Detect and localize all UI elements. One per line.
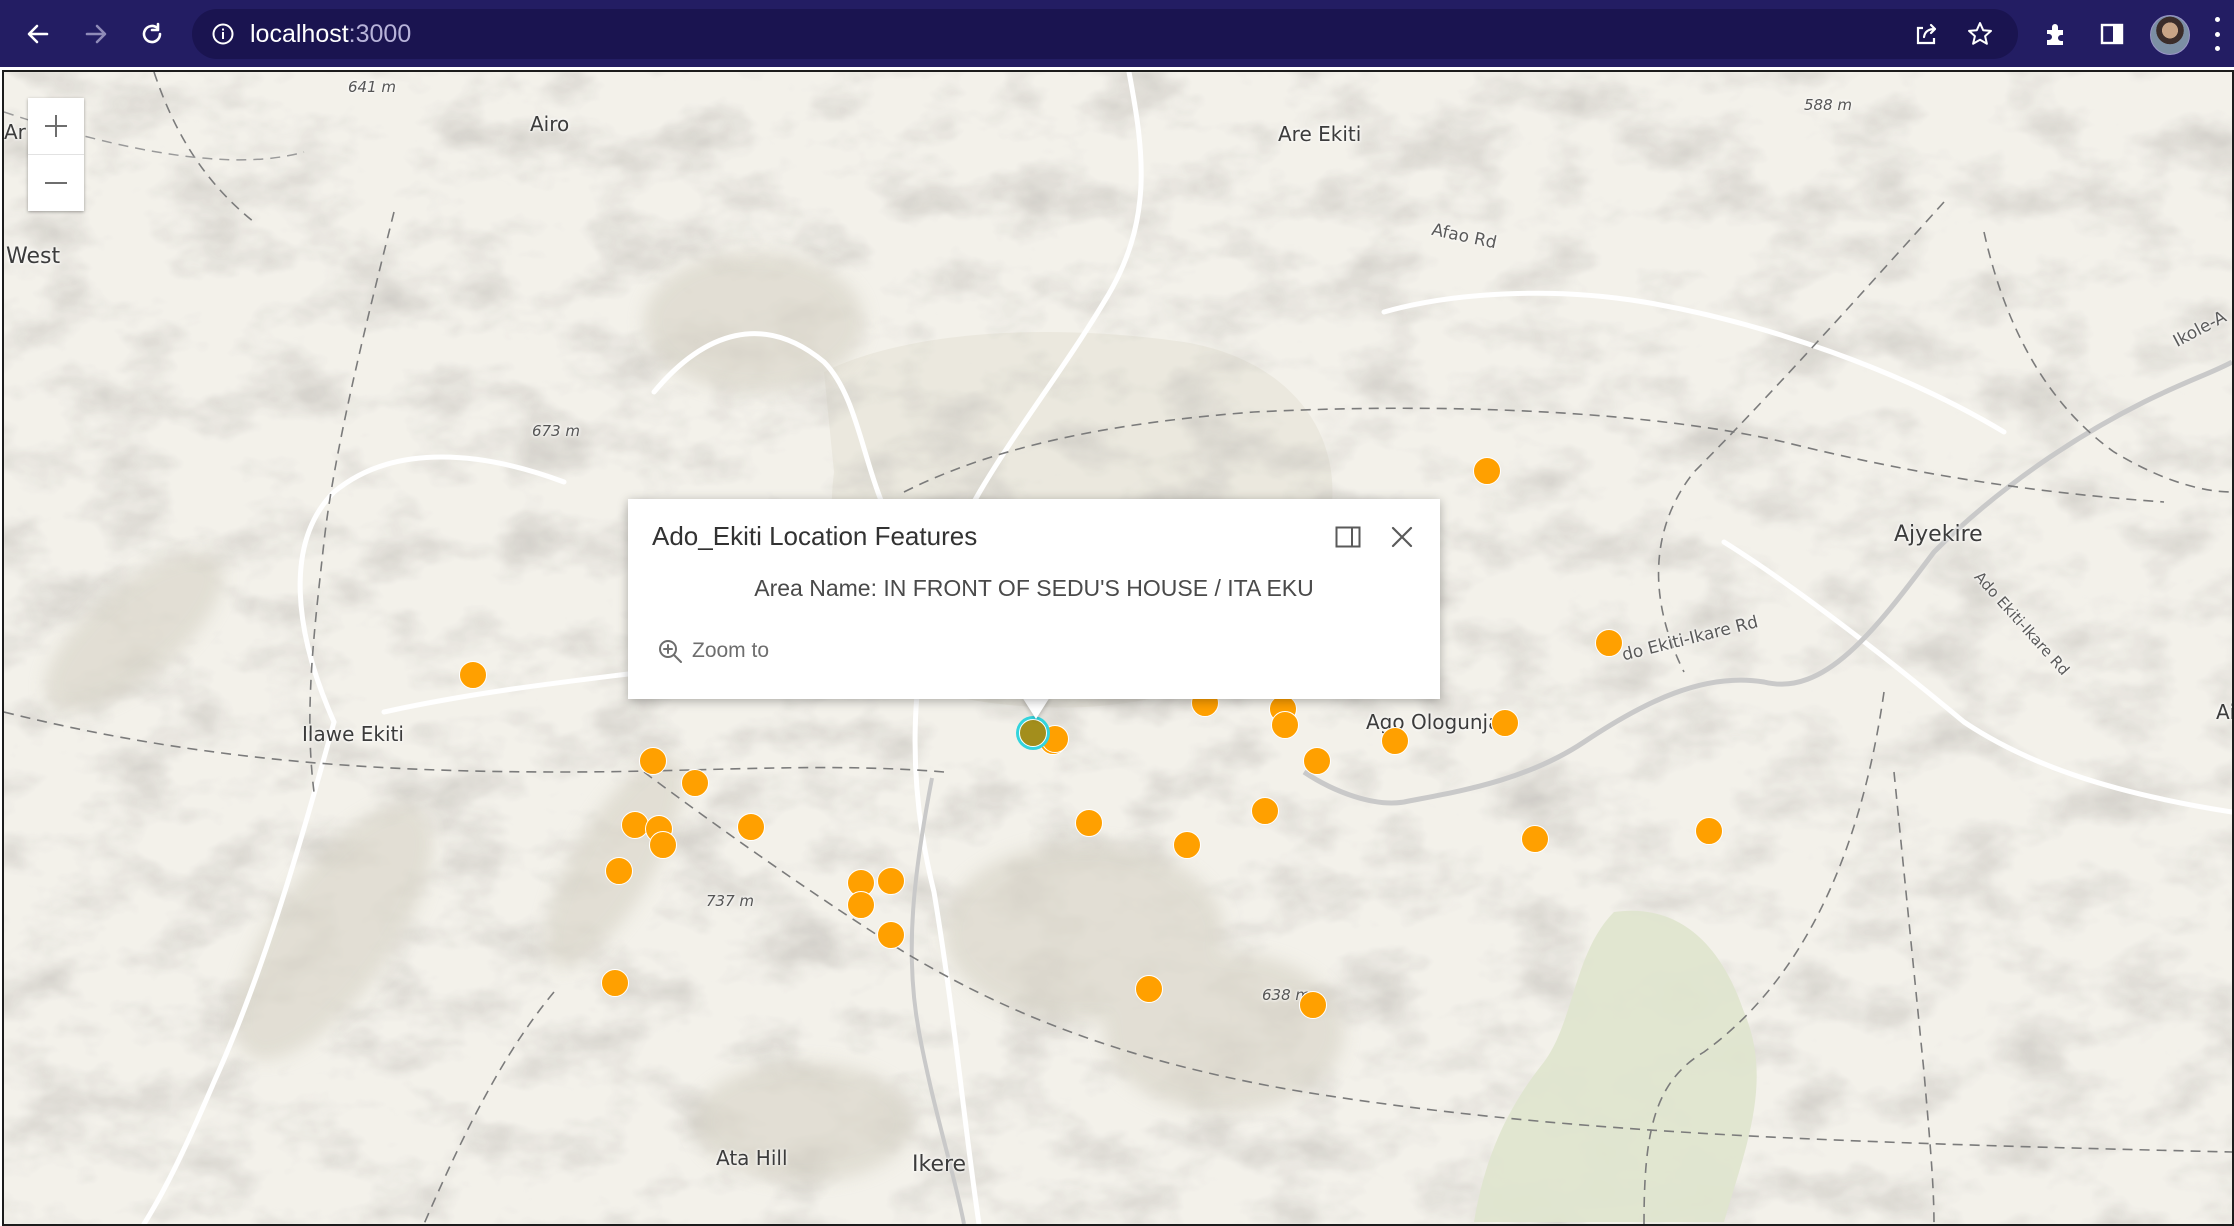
popup-pointer [1022,697,1050,719]
feature-marker[interactable] [1695,817,1723,845]
feature-marker[interactable] [1595,629,1623,657]
browser-toolbar: localhost:3000 [0,0,2234,67]
feature-marker[interactable] [877,867,905,895]
dock-icon[interactable] [1332,521,1364,553]
place-label-ajyekire: Ajyekire [1894,522,1983,547]
elevation-label-588: 588 m [1804,96,1853,114]
map-view[interactable]: Ar Airo Are Ekiti West Ilawe Ekiti Ajyek… [2,70,2234,1226]
feature-marker[interactable] [1381,727,1409,755]
place-label-ikere: Ikere [912,1152,967,1177]
feature-marker[interactable] [1491,709,1519,737]
feature-marker[interactable] [1299,991,1327,1019]
extensions-icon[interactable] [2036,14,2076,54]
feature-marker[interactable] [605,857,633,885]
feature-marker[interactable] [601,969,629,997]
place-label-ai: Ai [2216,700,2234,724]
selected-feature-marker[interactable] [1019,719,1047,747]
feature-marker[interactable] [1251,797,1279,825]
elevation-label-641: 641 m [348,78,397,96]
zoom-control [28,98,84,211]
field-label: Area Name: [754,575,877,601]
minus-icon [45,182,67,184]
profile-avatar[interactable] [2150,15,2190,55]
feature-marker[interactable] [1521,825,1549,853]
side-panel-icon[interactable] [2092,14,2132,54]
feature-marker[interactable] [1173,831,1201,859]
url-port: :3000 [348,20,412,48]
zoom-out-button[interactable] [28,154,84,211]
place-label-west: West [6,244,61,269]
feature-marker[interactable] [459,661,487,689]
place-label-ilawe-ekiti: Ilawe Ekiti [302,722,404,746]
elevation-label-737: 737 m [706,892,755,910]
url-host: localhost [250,20,349,48]
feature-marker[interactable] [1135,975,1163,1003]
url-text[interactable]: localhost:3000 [250,20,411,49]
place-label-airo: Airo [530,112,570,136]
feature-marker[interactable] [649,831,677,859]
zoom-to-button[interactable]: Zoom to [656,637,769,665]
feature-marker[interactable] [681,769,709,797]
field-value: IN FRONT OF SEDU'S HOUSE / ITA EKU [883,575,1314,601]
feature-marker[interactable] [639,747,667,775]
place-label-are-ekiti: Are Ekiti [1278,122,1362,146]
zoom-in-magnifier-icon [656,637,684,665]
info-icon[interactable] [210,21,236,47]
zoom-to-label: Zoom to [692,639,770,662]
popup-content: Area Name: IN FRONT OF SEDU'S HOUSE / IT… [628,575,1440,602]
back-arrow-icon[interactable] [18,14,58,54]
place-label-ar: Ar [4,120,26,144]
feature-marker[interactable] [877,921,905,949]
feature-marker[interactable] [1473,457,1501,485]
address-bar[interactable]: localhost:3000 [192,9,2018,59]
share-icon[interactable] [1906,18,1946,50]
zoom-in-button[interactable] [28,98,84,154]
elevation-label-673: 673 m [532,422,581,440]
place-label-ata-hill: Ata Hill [716,1146,788,1170]
feature-marker[interactable] [1075,809,1103,837]
feature-marker[interactable] [1303,747,1331,775]
popup-title: Ado_Ekiti Location Features [652,521,978,551]
feature-marker[interactable] [1271,711,1299,739]
feature-marker[interactable] [737,813,765,841]
menu-dots-icon[interactable] [2212,17,2222,51]
forward-arrow-icon[interactable] [76,14,116,54]
reload-icon[interactable] [132,14,172,54]
feature-popup: Ado_Ekiti Location Features Area Name: I… [628,499,1440,699]
close-icon[interactable] [1386,521,1418,553]
plus-icon [45,115,67,137]
feature-marker[interactable] [847,891,875,919]
star-icon[interactable] [1960,18,2000,50]
